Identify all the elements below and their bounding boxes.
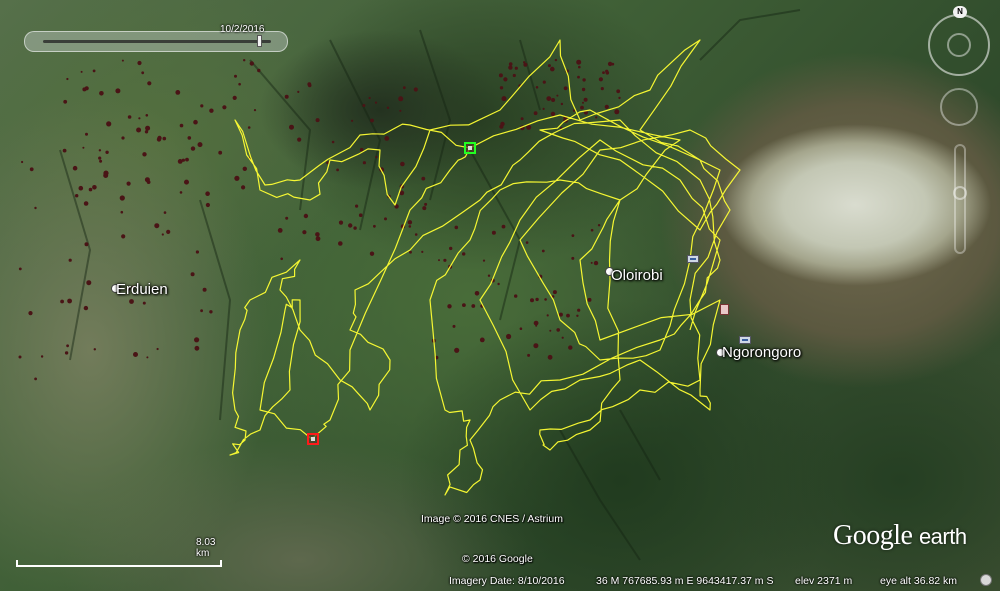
scale-line	[16, 565, 222, 567]
scale-bar: 8.03 km	[16, 537, 222, 570]
look-joystick-icon[interactable]	[940, 88, 978, 126]
scale-label: 8.03 km	[196, 537, 216, 559]
time-slider-track[interactable]	[43, 40, 271, 43]
elevation-readout: elev 2371 m	[795, 575, 853, 587]
logo-main: Google	[833, 520, 913, 551]
status-bar: Imagery Date: 8/10/2016 36 M 767685.93 m…	[0, 572, 1000, 591]
copyright-credit: © 2016 Google	[462, 553, 533, 565]
park-icon[interactable]	[687, 255, 699, 263]
scale-tick	[16, 560, 18, 567]
loading-icon	[980, 574, 992, 586]
imagery-date: Imagery Date: 8/10/2016	[449, 575, 565, 587]
zoom-slider-icon[interactable]	[953, 144, 967, 254]
north-button[interactable]: N	[953, 6, 967, 18]
time-slider-date: 10/2/2016	[220, 24, 265, 35]
track-line[interactable]	[229, 39, 741, 496]
park-icon[interactable]	[739, 336, 751, 344]
compass-icon[interactable]	[928, 14, 990, 76]
logo-suffix: earth	[918, 524, 967, 549]
google-earth-logo: Google earth	[833, 520, 967, 552]
place-label-oloirobi[interactable]: Oloirobi	[611, 267, 663, 284]
start-marker[interactable]	[464, 142, 476, 154]
coordinates-readout: 36 M 767685.93 m E 9643417.37 m S	[596, 575, 774, 587]
place-label-erduien[interactable]: Erduien	[116, 281, 168, 298]
time-slider-thumb[interactable]	[257, 35, 262, 47]
place-label-ngorongoro[interactable]: Ngorongoro	[722, 344, 801, 361]
end-marker[interactable]	[307, 433, 319, 445]
map-view[interactable]: Erduien Oloirobi Ngorongoro 10/2/2016 N …	[0, 0, 1000, 591]
scale-tick	[220, 560, 222, 567]
imagery-credit: Image © 2016 CNES / Astrium	[421, 513, 563, 525]
navigation-controls[interactable]: N	[924, 4, 996, 254]
pin-icon[interactable]	[720, 304, 729, 315]
zoom-slider-thumb[interactable]	[953, 186, 967, 200]
eye-altitude-readout: eye alt 36.82 km	[880, 575, 958, 587]
